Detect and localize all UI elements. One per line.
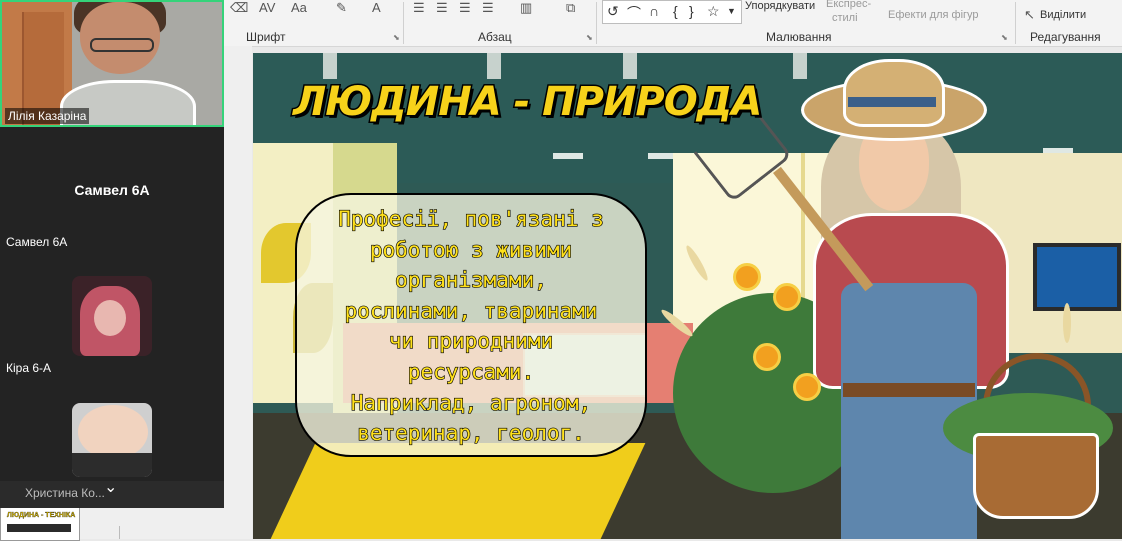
bubble-line: ресурсами. [407, 359, 535, 384]
shapes-gallery[interactable]: ↺ ⌒ ∩ { } ☆ ▼ [602, 0, 742, 24]
bubble-line: чи природними [388, 329, 554, 354]
ribbon-divider [403, 2, 404, 44]
avatar[interactable] [72, 403, 152, 477]
self-name-label: Лілія Казаріна [5, 108, 90, 124]
flower [773, 283, 801, 311]
launcher-icon[interactable]: ⬊ [1001, 33, 1008, 42]
ribbon-divider [596, 2, 597, 44]
participant-tile-title: Самвел 6А [74, 182, 150, 198]
ceiling-lamp [323, 53, 337, 79]
chevron-down-icon[interactable]: ⌄ [104, 477, 117, 497]
arrange-button[interactable]: Упорядкувати [745, 0, 815, 12]
avatar-image [72, 453, 152, 477]
straw-hat-band [848, 97, 936, 107]
participant-name: Христина Ко... [25, 486, 105, 500]
quick-styles-line1[interactable]: Експрес- [826, 0, 871, 10]
slide-title[interactable]: ЛЮДИНА - ПРИРОДА [291, 78, 763, 127]
background-monitor [1033, 243, 1121, 311]
bubble-line: роботою з живими [369, 237, 573, 262]
avatar-image [94, 300, 126, 336]
avatar-image [78, 405, 148, 459]
launcher-icon[interactable]: ⬊ [586, 33, 593, 42]
video-person [90, 38, 154, 52]
columns-icon[interactable]: ▥ [520, 0, 532, 16]
ceiling-lamp [553, 153, 583, 159]
slide-canvas[interactable]: ЛЮДИНА - ПРИРОДА Професії, пов'язані з р… [253, 53, 1122, 539]
brace-left-icon[interactable]: { [673, 3, 678, 19]
avatar[interactable] [72, 276, 152, 356]
select-button[interactable]: Виділити [1040, 9, 1086, 21]
bubble-text[interactable]: Професії, пов'язані з роботою з живими о… [315, 204, 627, 449]
gallery-more-icon[interactable]: ▼ [727, 6, 736, 16]
straw-hat [843, 59, 945, 127]
slide-thumbnail[interactable]: ЛЮДИНА - ТЕХНІКА [0, 507, 80, 541]
thumbnail-banner [7, 524, 71, 532]
align-left-icon[interactable]: ☰ [413, 0, 425, 16]
bubble-line: Професії, пов'язані з [338, 206, 605, 231]
group-label-font: Шрифт [246, 30, 286, 44]
bubble-line: рослинами, тваринами [344, 298, 598, 323]
quick-styles-line2[interactable]: стилі [832, 12, 858, 24]
farmer-belt [843, 383, 975, 397]
launcher-icon[interactable]: ⬊ [393, 33, 400, 42]
ribbon-divider [1015, 2, 1016, 44]
bubble-line: організмами, [394, 268, 547, 293]
brace-right-icon[interactable]: } [689, 3, 694, 19]
star-icon[interactable]: ☆ [707, 3, 720, 20]
video-call-panel: Лілія Казаріна Самвел 6А Самвел 6А Кіра … [0, 0, 224, 508]
highlight-icon[interactable]: ✎ [336, 0, 347, 16]
participants-footer: Христина Ко... ⌄ [0, 479, 224, 508]
align-right-icon[interactable]: ☰ [459, 0, 471, 16]
thumbnail-title: ЛЮДИНА - ТЕХНІКА [7, 512, 76, 519]
cursor-icon[interactable]: ↖ [1024, 7, 1035, 23]
justify-icon[interactable]: ☰ [482, 0, 494, 16]
flower [793, 373, 821, 401]
clear-format-icon[interactable]: ⌫ [230, 0, 248, 16]
ceiling-lamp [487, 53, 501, 79]
flower [753, 343, 781, 371]
background-rug [270, 443, 646, 539]
align-center-icon[interactable]: ☰ [436, 0, 448, 16]
participant-name: Самвел 6А [6, 235, 68, 249]
ceiling-lamp [623, 53, 637, 79]
curve-icon[interactable]: ⌒ [627, 3, 641, 23]
self-video-tile[interactable]: Лілія Казаріна [0, 0, 224, 127]
wave-icon[interactable]: ∩ [649, 3, 659, 19]
participant-name: Кіра 6-А [6, 361, 52, 375]
bubble-line: Наприклад, агроном, [350, 390, 592, 415]
shape-effects-button[interactable]: Ефекти для фігур [888, 9, 979, 21]
group-label-drawing: Малювання [766, 30, 832, 44]
group-label-editing: Редагування [1030, 30, 1101, 44]
smartart-icon[interactable]: ⧉ [566, 0, 575, 16]
group-label-paragraph: Абзац [478, 30, 512, 44]
wicker-basket [973, 433, 1099, 519]
freeform-icon[interactable]: ↺ [607, 3, 619, 20]
ceiling-lamp [793, 53, 807, 79]
change-case-icon[interactable]: Aa [291, 0, 307, 16]
font-color-icon[interactable]: A [372, 0, 381, 16]
ruler-tick [119, 526, 120, 539]
wheat-stalk [1063, 303, 1071, 343]
char-spacing-icon[interactable]: AV [259, 0, 275, 16]
flower [733, 263, 761, 291]
bubble-line: ветеринар, геолог. [357, 421, 586, 446]
